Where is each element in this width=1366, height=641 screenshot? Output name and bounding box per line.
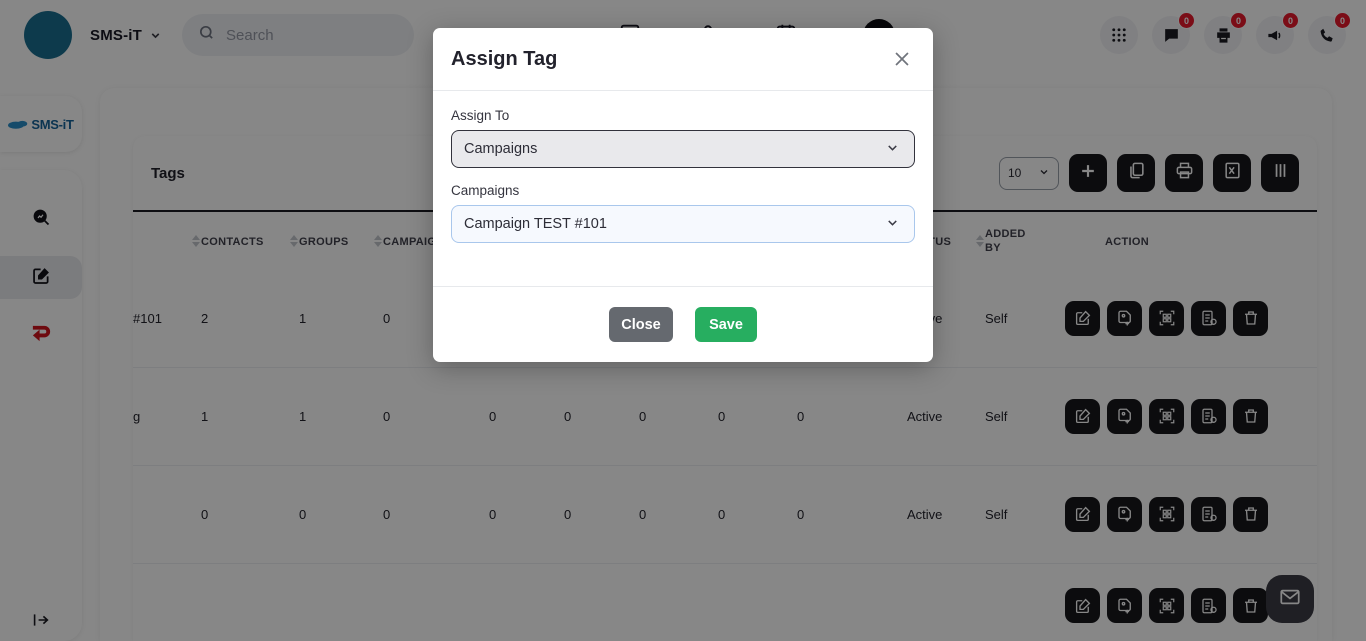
assign-tag-modal: Assign Tag Assign To Campaigns Campaigns… bbox=[433, 28, 933, 362]
modal-header: Assign Tag bbox=[433, 28, 933, 91]
close-button[interactable]: Close bbox=[609, 307, 673, 342]
modal-footer: Close Save bbox=[433, 286, 933, 362]
close-icon[interactable] bbox=[891, 48, 913, 70]
campaigns-select[interactable]: Campaign TEST #101 bbox=[451, 205, 915, 243]
assign-to-label: Assign To bbox=[451, 108, 510, 123]
chevron-down-icon bbox=[885, 215, 900, 234]
save-button[interactable]: Save bbox=[695, 307, 757, 342]
assign-to-value: Campaigns bbox=[464, 141, 538, 157]
modal-body: Assign To Campaigns Campaigns Campaign T… bbox=[433, 91, 933, 286]
chevron-down-icon bbox=[885, 140, 900, 159]
modal-title: Assign Tag bbox=[451, 47, 558, 70]
campaigns-value: Campaign TEST #101 bbox=[464, 216, 607, 232]
campaigns-label: Campaigns bbox=[451, 183, 520, 198]
assign-to-select[interactable]: Campaigns bbox=[451, 130, 915, 168]
